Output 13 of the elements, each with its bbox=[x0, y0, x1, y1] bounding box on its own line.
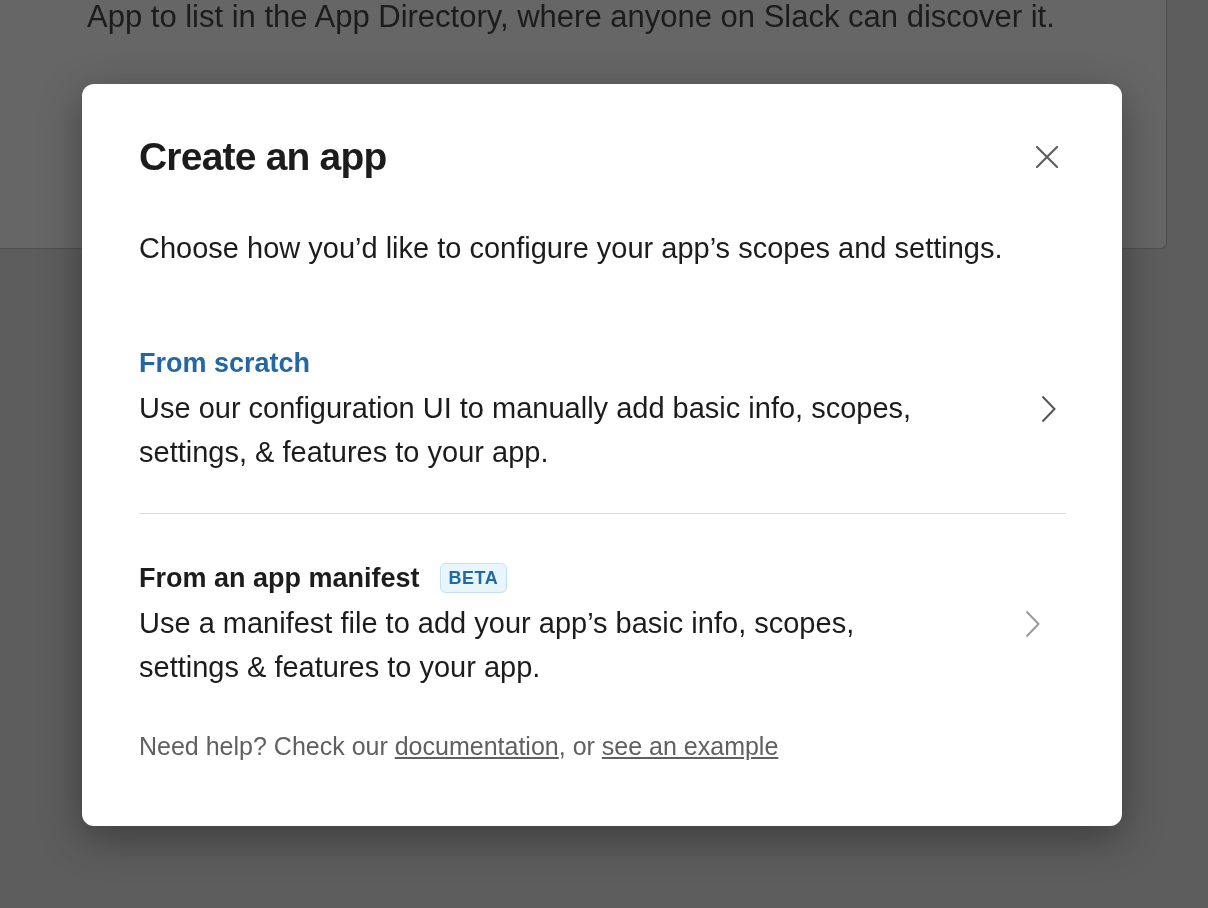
option-description: Use a manifest file to add your app’s basic info, scopes, settings & features to your app. bbox=[139, 606, 856, 685]
help-link[interactable]: see an example bbox=[601, 732, 779, 760]
option-title[interactable]: From scratch bbox=[139, 343, 311, 383]
dialog-title: Create an app bbox=[139, 134, 387, 180]
background-text: App to list in the App Directory, where anyone on Slack can discover it. bbox=[87, 0, 1056, 34]
help-link[interactable]: documentation bbox=[394, 732, 559, 760]
option-description: Use our configuration UI to manually add basic info, scopes, settings, & features to your app. bbox=[139, 391, 913, 470]
help-text: Need help? Check our documentation, or see an example bbox=[139, 731, 780, 762]
dialog-description: Choose how you’d like to configure your app’s scopes and settings. bbox=[139, 231, 1004, 266]
option-title[interactable]: From an app manifest bbox=[139, 558, 420, 598]
beta-badge: BETA bbox=[439, 563, 508, 593]
close-icon bbox=[1036, 146, 1058, 168]
chevron-right-icon[interactable] bbox=[1041, 394, 1056, 423]
